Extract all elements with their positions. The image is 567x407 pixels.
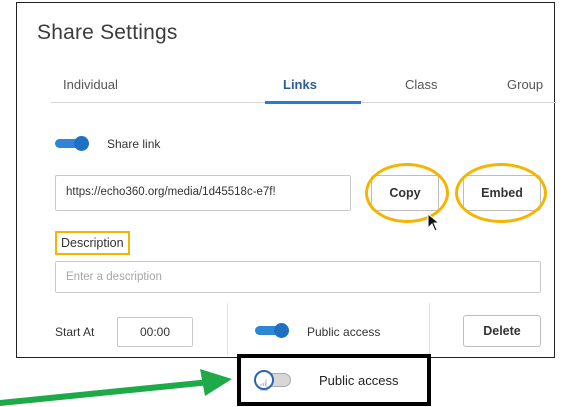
description-label: Description [55, 231, 130, 255]
tab-individual[interactable]: Individual [63, 77, 118, 92]
tab-links[interactable]: Links [283, 77, 317, 92]
tab-class[interactable]: Class [405, 77, 438, 92]
share-link-toggle[interactable] [55, 136, 89, 151]
share-url-field[interactable]: https://echo360.org/media/1d45518c-e7f! [55, 175, 351, 211]
embed-button[interactable]: Embed [463, 175, 541, 211]
dialog-title: Share Settings [37, 21, 178, 44]
start-at-input[interactable] [117, 317, 193, 347]
share-link-label: Share link [107, 137, 161, 151]
public-access-label: Public access [307, 325, 381, 339]
divider [429, 303, 430, 355]
green-arrow-icon [0, 369, 232, 406]
delete-button[interactable]: Delete [463, 315, 541, 347]
divider [227, 303, 228, 355]
toggle-knob [74, 136, 89, 151]
hand-pointer-icon: ☝ [259, 378, 269, 395]
mouse-pointer-icon [427, 213, 441, 232]
share-settings-dialog: Share Settings Individual Links Class Gr… [16, 2, 557, 358]
description-input[interactable] [55, 261, 541, 293]
tab-bar: Individual Links Class Group [51, 69, 557, 104]
start-at-label: Start At [55, 325, 95, 339]
active-tab-indicator [265, 101, 361, 104]
tab-group[interactable]: Group [507, 77, 543, 92]
copy-button[interactable]: Copy [371, 175, 439, 211]
callout-label: Public access [319, 373, 399, 388]
public-access-callout: ☝ Public access [237, 354, 431, 406]
public-access-toggle[interactable] [255, 323, 289, 338]
toggle-knob [274, 323, 289, 338]
